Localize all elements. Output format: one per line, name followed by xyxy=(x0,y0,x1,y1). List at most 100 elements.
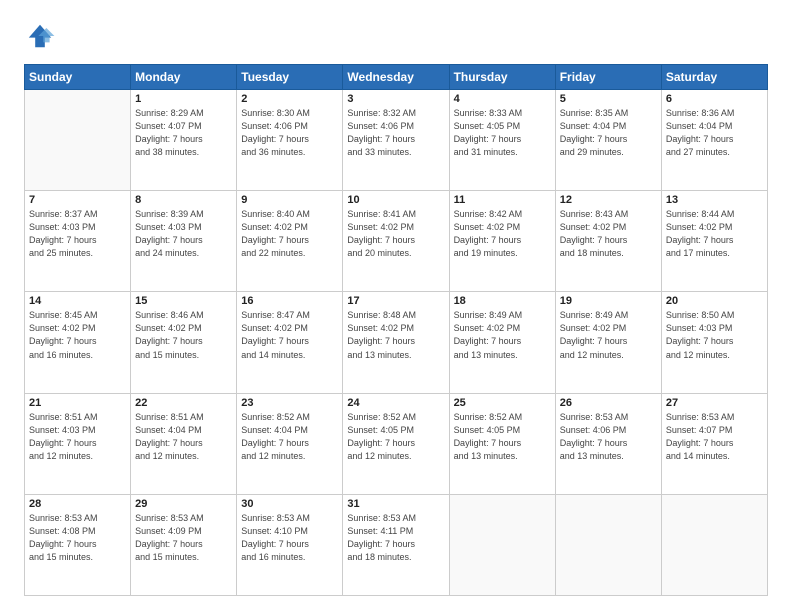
day-number: 29 xyxy=(135,498,232,510)
day-info: Sunrise: 8:51 AM Sunset: 4:03 PM Dayligh… xyxy=(29,411,126,463)
calendar-cell: 19 Sunrise: 8:49 AM Sunset: 4:02 PM Dayli… xyxy=(555,292,661,393)
calendar-cell: 21 Sunrise: 8:51 AM Sunset: 4:03 PM Dayli… xyxy=(25,393,131,494)
day-info: Sunrise: 8:52 AM Sunset: 4:04 PM Dayligh… xyxy=(241,411,338,463)
day-info: Sunrise: 8:49 AM Sunset: 4:02 PM Dayligh… xyxy=(560,309,657,361)
calendar-cell: 10Sunrise: 8:41 AM Sunset: 4:02 PM Dayli… xyxy=(343,191,449,292)
day-number: 30 xyxy=(241,498,338,510)
day-info: Sunrise: 8:37 AM Sunset: 4:03 PM Dayligh… xyxy=(29,208,126,260)
calendar-week-2: 7 Sunrise: 8:37 AM Sunset: 4:03 PM Daylig… xyxy=(25,191,768,292)
day-info: Sunrise: 8:47 AM Sunset: 4:02 PM Dayligh… xyxy=(241,309,338,361)
weekday-header-saturday: Saturday xyxy=(661,65,767,90)
calendar-cell: 15 Sunrise: 8:46 AM Sunset: 4:02 PM Dayli… xyxy=(131,292,237,393)
day-info: Sunrise: 8:43 AM Sunset: 4:02 PM Dayligh… xyxy=(560,208,657,260)
day-info: Sunrise: 8:46 AM Sunset: 4:02 PM Dayligh… xyxy=(135,309,232,361)
day-number: 18 xyxy=(454,295,551,307)
calendar-week-1: 1 Sunrise: 8:29 AM Sunset: 4:07 PM Daylig… xyxy=(25,90,768,191)
weekday-header-thursday: Thursday xyxy=(449,65,555,90)
day-info: Sunrise: 8:32 AM Sunset: 4:06 PM Dayligh… xyxy=(347,107,444,159)
day-number: 1 xyxy=(135,93,232,105)
day-info: Sunrise: 8:52 AM Sunset: 4:05 PM Dayligh… xyxy=(347,411,444,463)
calendar-cell: 4 Sunrise: 8:33 AM Sunset: 4:05 PM Daylig… xyxy=(449,90,555,191)
day-number: 5 xyxy=(560,93,657,105)
day-number: 4 xyxy=(454,93,551,105)
calendar-cell: 24 Sunrise: 8:52 AM Sunset: 4:05 PM Dayli… xyxy=(343,393,449,494)
weekday-header-friday: Friday xyxy=(555,65,661,90)
calendar-cell: 27Sunrise: 8:53 AM Sunset: 4:07 PM Dayli… xyxy=(661,393,767,494)
day-number: 15 xyxy=(135,295,232,307)
calendar-cell: 6 Sunrise: 8:36 AM Sunset: 4:04 PM Daylig… xyxy=(661,90,767,191)
day-number: 19 xyxy=(560,295,657,307)
day-number: 10 xyxy=(347,194,444,206)
calendar-cell: 9Sunrise: 8:40 AM Sunset: 4:02 PM Daylig… xyxy=(237,191,343,292)
day-info: Sunrise: 8:42 AM Sunset: 4:02 PM Dayligh… xyxy=(454,208,551,260)
calendar-cell: 3 Sunrise: 8:32 AM Sunset: 4:06 PM Daylig… xyxy=(343,90,449,191)
day-number: 13 xyxy=(666,194,763,206)
day-number: 24 xyxy=(347,397,444,409)
day-number: 3 xyxy=(347,93,444,105)
calendar-week-3: 14 Sunrise: 8:45 AM Sunset: 4:02 PM Dayli… xyxy=(25,292,768,393)
weekday-header-tuesday: Tuesday xyxy=(237,65,343,90)
day-number: 8 xyxy=(135,194,232,206)
calendar: SundayMondayTuesdayWednesdayThursdayFrid… xyxy=(24,64,768,596)
calendar-cell: 26 Sunrise: 8:53 AM Sunset: 4:06 PM Dayli… xyxy=(555,393,661,494)
calendar-cell: 7 Sunrise: 8:37 AM Sunset: 4:03 PM Daylig… xyxy=(25,191,131,292)
day-number: 14 xyxy=(29,295,126,307)
calendar-cell: 29 Sunrise: 8:53 AM Sunset: 4:09 PM Dayli… xyxy=(131,494,237,595)
calendar-cell: 28 Sunrise: 8:53 AM Sunset: 4:08 PM Dayli… xyxy=(25,494,131,595)
calendar-cell: 17 Sunrise: 8:48 AM Sunset: 4:02 PM Dayli… xyxy=(343,292,449,393)
day-info: Sunrise: 8:48 AM Sunset: 4:02 PM Dayligh… xyxy=(347,309,444,361)
weekday-header-wednesday: Wednesday xyxy=(343,65,449,90)
day-number: 25 xyxy=(454,397,551,409)
day-number: 26 xyxy=(560,397,657,409)
day-number: 17 xyxy=(347,295,444,307)
day-info: Sunrise: 8:52 AM Sunset: 4:05 PM Dayligh… xyxy=(454,411,551,463)
day-number: 6 xyxy=(666,93,763,105)
calendar-cell: 1 Sunrise: 8:29 AM Sunset: 4:07 PM Daylig… xyxy=(131,90,237,191)
calendar-cell: 18 Sunrise: 8:49 AM Sunset: 4:02 PM Dayli… xyxy=(449,292,555,393)
day-info: Sunrise: 8:45 AM Sunset: 4:02 PM Dayligh… xyxy=(29,309,126,361)
calendar-cell: 11 Sunrise: 8:42 AM Sunset: 4:02 PM Dayli… xyxy=(449,191,555,292)
day-number: 11 xyxy=(454,194,551,206)
day-number: 2 xyxy=(241,93,338,105)
calendar-cell xyxy=(661,494,767,595)
day-number: 28 xyxy=(29,498,126,510)
calendar-cell xyxy=(449,494,555,595)
day-number: 7 xyxy=(29,194,126,206)
day-number: 16 xyxy=(241,295,338,307)
day-info: Sunrise: 8:53 AM Sunset: 4:06 PM Dayligh… xyxy=(560,411,657,463)
day-number: 22 xyxy=(135,397,232,409)
calendar-week-5: 28 Sunrise: 8:53 AM Sunset: 4:08 PM Dayli… xyxy=(25,494,768,595)
calendar-cell: 31Sunrise: 8:53 AM Sunset: 4:11 PM Dayli… xyxy=(343,494,449,595)
day-info: Sunrise: 8:33 AM Sunset: 4:05 PM Dayligh… xyxy=(454,107,551,159)
day-number: 9 xyxy=(241,194,338,206)
calendar-cell: 22 Sunrise: 8:51 AM Sunset: 4:04 PM Dayli… xyxy=(131,393,237,494)
page: SundayMondayTuesdayWednesdayThursdayFrid… xyxy=(0,0,792,612)
calendar-cell xyxy=(25,90,131,191)
calendar-cell: 8Sunrise: 8:39 AM Sunset: 4:03 PM Daylig… xyxy=(131,191,237,292)
day-info: Sunrise: 8:49 AM Sunset: 4:02 PM Dayligh… xyxy=(454,309,551,361)
calendar-cell: 23 Sunrise: 8:52 AM Sunset: 4:04 PM Dayli… xyxy=(237,393,343,494)
day-info: Sunrise: 8:53 AM Sunset: 4:10 PM Dayligh… xyxy=(241,512,338,564)
day-number: 27 xyxy=(666,397,763,409)
day-info: Sunrise: 8:53 AM Sunset: 4:08 PM Dayligh… xyxy=(29,512,126,564)
logo xyxy=(24,20,60,52)
day-number: 21 xyxy=(29,397,126,409)
calendar-cell: 20Sunrise: 8:50 AM Sunset: 4:03 PM Dayli… xyxy=(661,292,767,393)
calendar-week-4: 21 Sunrise: 8:51 AM Sunset: 4:03 PM Dayli… xyxy=(25,393,768,494)
day-info: Sunrise: 8:36 AM Sunset: 4:04 PM Dayligh… xyxy=(666,107,763,159)
weekday-header-row: SundayMondayTuesdayWednesdayThursdayFrid… xyxy=(25,65,768,90)
calendar-cell: 16 Sunrise: 8:47 AM Sunset: 4:02 PM Dayli… xyxy=(237,292,343,393)
day-info: Sunrise: 8:51 AM Sunset: 4:04 PM Dayligh… xyxy=(135,411,232,463)
day-info: Sunrise: 8:53 AM Sunset: 4:09 PM Dayligh… xyxy=(135,512,232,564)
calendar-cell: 2 Sunrise: 8:30 AM Sunset: 4:06 PM Daylig… xyxy=(237,90,343,191)
day-info: Sunrise: 8:29 AM Sunset: 4:07 PM Dayligh… xyxy=(135,107,232,159)
day-info: Sunrise: 8:30 AM Sunset: 4:06 PM Dayligh… xyxy=(241,107,338,159)
day-info: Sunrise: 8:44 AM Sunset: 4:02 PM Dayligh… xyxy=(666,208,763,260)
day-number: 23 xyxy=(241,397,338,409)
calendar-cell xyxy=(555,494,661,595)
day-info: Sunrise: 8:53 AM Sunset: 4:11 PM Dayligh… xyxy=(347,512,444,564)
logo-icon xyxy=(24,20,56,52)
weekday-header-monday: Monday xyxy=(131,65,237,90)
calendar-cell: 12Sunrise: 8:43 AM Sunset: 4:02 PM Dayli… xyxy=(555,191,661,292)
calendar-cell: 13 Sunrise: 8:44 AM Sunset: 4:02 PM Dayli… xyxy=(661,191,767,292)
